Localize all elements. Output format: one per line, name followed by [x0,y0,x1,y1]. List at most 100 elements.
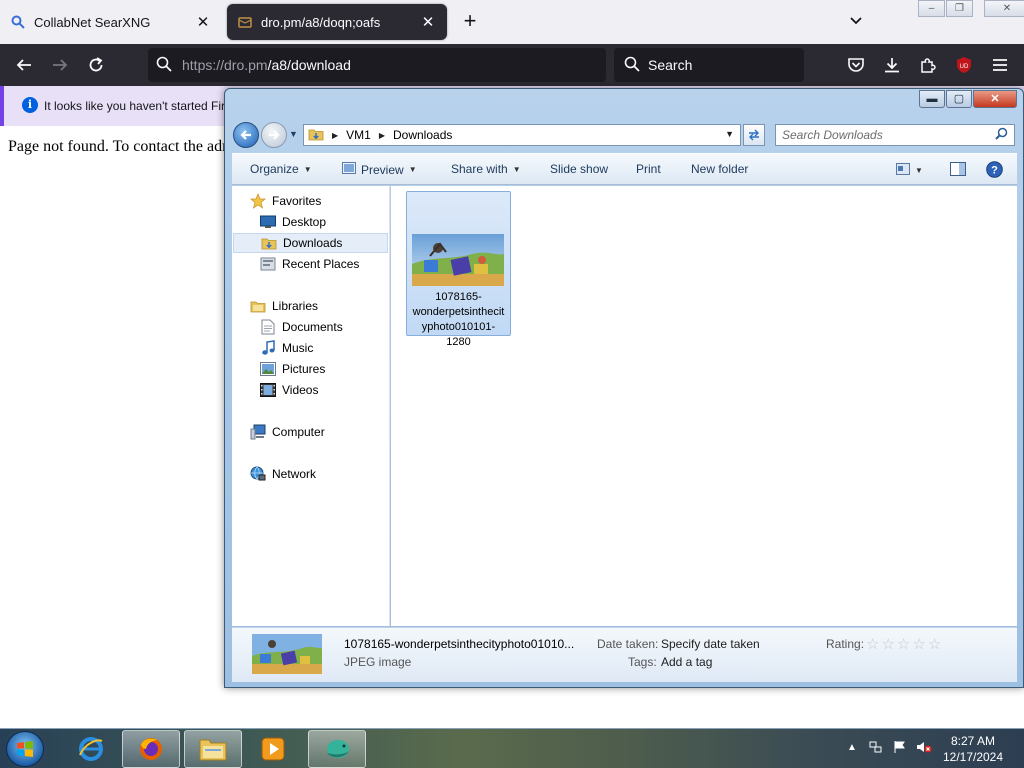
close-tab-icon[interactable]: ✕ [194,13,212,31]
ublock-origin-icon[interactable]: UD [952,53,976,77]
taskbar-media-player[interactable] [244,730,302,768]
taskbar-firefox[interactable] [122,730,180,768]
details-pane: 1078165-wonderpetsinthecityphoto01010...… [232,627,1017,682]
file-item-selected[interactable]: 1078165-wonderpetsinthecityphoto010101-1… [406,191,511,348]
search-bar[interactable]: Search [614,48,804,82]
share-with-button[interactable]: Share with ▼ [451,162,521,176]
navigation-pane: Favorites Desktop Downloads Recent Place… [232,186,390,626]
nav-music[interactable]: Music [260,338,390,358]
extension-badge: UD [960,64,969,70]
slide-show-button[interactable]: Slide show [550,162,608,176]
new-tab-button[interactable]: + [458,10,482,34]
breadcrumb-downloads[interactable]: Downloads [393,128,452,142]
taskbar-clock[interactable]: 8:27 AM 12/17/2024 [940,733,1006,765]
show-hidden-icons-chevron-icon[interactable]: ▲ [844,739,860,755]
network-status-icon[interactable] [868,739,884,755]
nav-downloads[interactable]: Downloads [233,233,388,253]
action-center-flag-icon[interactable] [892,739,908,755]
preview-pane-button[interactable] [950,162,966,179]
star-icon[interactable]: ☆ [881,635,894,653]
search-placeholder: Search [648,57,693,73]
site-favicon-icon [237,14,253,30]
close-window-button[interactable]: ✕ [984,0,1024,17]
hamburger-menu-icon[interactable] [988,53,1012,77]
firefox-icon [140,738,162,760]
volume-muted-icon[interactable] [916,739,932,755]
preview-button[interactable]: Preview ▼ [342,162,417,177]
reload-icon[interactable] [84,53,108,77]
organize-button[interactable]: Organize ▼ [250,162,312,176]
pocket-icon[interactable] [844,53,868,77]
forward-arrow-icon[interactable] [48,53,72,77]
star-icon[interactable]: ☆ [912,635,925,653]
nav-computer[interactable]: Computer [250,422,390,442]
minimize-button[interactable]: ▬ [919,90,945,108]
nav-videos[interactable]: Videos [260,380,390,400]
bird-app-icon [327,740,349,758]
refresh-arrows-icon [749,129,759,141]
nav-favorites[interactable]: Favorites [250,191,390,211]
url-bar[interactable]: https://dro.pm/a8/download [148,48,606,82]
folder-icon [308,126,324,145]
forward-arrow-icon[interactable] [261,122,287,148]
star-icon[interactable]: ☆ [866,635,879,653]
search-icon [624,56,640,75]
list-all-tabs-chevron-icon[interactable] [848,12,868,32]
search-icon[interactable] [995,127,1008,143]
nav-pictures[interactable]: Pictures [260,359,390,379]
chevron-down-icon: ▼ [303,164,312,174]
maximize-button[interactable]: ▢ [946,90,972,108]
taskbar-windows-explorer[interactable] [184,730,242,768]
breadcrumb-separator-icon[interactable]: ▶ [379,131,385,140]
breadcrumb-separator-icon[interactable]: ▶ [332,131,338,140]
explorer-nav-buttons: ▼ [233,122,301,148]
nav-label: Documents [282,320,343,334]
breadcrumb-vm1[interactable]: VM1 [346,128,371,142]
print-button[interactable]: Print [636,162,661,176]
tab-collabnet-searxng[interactable]: CollabNet SearXNG ✕ [0,4,222,40]
taskbar-app-bird[interactable] [308,730,366,768]
recent-pages-chevron-icon[interactable]: ▼ [289,129,301,141]
extensions-puzzle-icon[interactable] [916,53,940,77]
close-window-button[interactable]: ✕ [973,90,1017,108]
search-placeholder: Search Downloads [782,128,883,142]
star-icon[interactable]: ☆ [897,635,910,653]
internet-explorer-icon [79,737,103,761]
nav-documents[interactable]: Documents [260,317,390,337]
new-folder-button[interactable]: New folder [691,162,748,176]
nav-network[interactable]: Network [250,464,390,484]
tab-title: dro.pm/a8/doqn;oafs [261,14,381,30]
help-button[interactable]: ? [986,161,1003,181]
refresh-button[interactable] [743,124,765,146]
date-taken-value[interactable]: Specify date taken [661,637,760,651]
folder-icon [199,739,227,761]
close-tab-icon[interactable]: ✕ [419,13,437,31]
windows-taskbar: ▲ 8:27 AM 12/17/2024 [0,728,1024,768]
nav-desktop[interactable]: Desktop [260,212,390,232]
address-history-chevron-icon[interactable]: ▼ [725,129,734,139]
back-arrow-icon[interactable] [12,53,36,77]
change-view-button[interactable]: ▼ [896,163,923,178]
chevron-down-icon: ▼ [512,164,521,174]
start-button[interactable] [6,731,44,767]
nav-libraries[interactable]: Libraries [250,296,390,316]
rating-label: Rating: [826,637,865,651]
star-icon[interactable]: ☆ [928,635,941,653]
chevron-down-icon[interactable]: ▼ [915,166,923,175]
preview-pane-icon [950,162,966,179]
explorer-search-input[interactable]: Search Downloads [775,124,1015,146]
rating-stars[interactable]: ☆ ☆ ☆ ☆ ☆ [866,635,943,653]
explorer-address-bar[interactable]: ▶ VM1 ▶ Downloads ▼ [303,124,741,146]
tags-value[interactable]: Add a tag [661,655,712,669]
restore-button[interactable]: ❐ [946,0,973,17]
back-arrow-icon[interactable] [233,122,259,148]
slide-show-label: Slide show [550,162,609,176]
minimize-button[interactable]: – [918,0,945,17]
tab-dro-pm[interactable]: dro.pm/a8/doqn;oafs ✕ [227,4,447,40]
nav-recent-places[interactable]: Recent Places [260,254,390,274]
taskbar-internet-explorer[interactable] [62,730,120,768]
search-icon [10,14,26,30]
nav-label: Computer [272,425,325,439]
clock-time: 8:27 AM [950,734,996,748]
downloads-icon[interactable] [880,53,904,77]
